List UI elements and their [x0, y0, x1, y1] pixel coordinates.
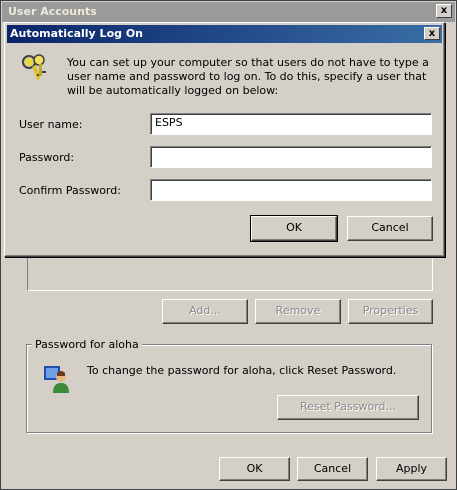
password-help-text: To change the password for aloha, click …	[87, 364, 397, 377]
outer-cancel-button[interactable]: Cancel	[297, 457, 368, 481]
confirm-password-field[interactable]	[150, 179, 432, 201]
dialog-title: Automatically Log On	[10, 27, 144, 40]
user-icon	[41, 363, 73, 395]
properties-button[interactable]: Properties	[348, 299, 433, 324]
apply-button[interactable]: Apply	[376, 457, 447, 481]
password-label: Password:	[19, 151, 75, 164]
outer-ok-button[interactable]: OK	[219, 457, 290, 481]
confirm-password-label: Confirm Password:	[19, 184, 121, 197]
outer-window-title: User Accounts	[8, 5, 97, 18]
close-icon: x	[428, 28, 436, 39]
keys-icon	[19, 52, 51, 84]
reset-password-button[interactable]: Reset Password...	[277, 395, 419, 420]
close-icon: x	[440, 5, 448, 16]
users-list[interactable]	[27, 257, 433, 291]
outer-titlebar[interactable]: User Accounts x	[2, 2, 455, 22]
outer-close-button[interactable]: x	[436, 4, 452, 18]
remove-button[interactable]: Remove	[255, 299, 341, 324]
dialog-ok-button[interactable]: OK	[250, 215, 338, 242]
dialog-cancel-button[interactable]: Cancel	[347, 216, 433, 241]
username-label: User name:	[19, 118, 83, 131]
add-button[interactable]: Add...	[162, 299, 248, 324]
dialog-titlebar[interactable]: Automatically Log On x	[7, 25, 442, 43]
password-field[interactable]	[150, 146, 432, 168]
dialog-close-button[interactable]: x	[424, 27, 440, 40]
dialog-description: You can set up your computer so that use…	[67, 56, 429, 97]
auto-logon-dialog: Automatically Log On x You can set up yo…	[4, 22, 445, 257]
username-field[interactable]: ESPS	[150, 113, 432, 135]
password-group-label: Password for aloha	[32, 338, 142, 351]
